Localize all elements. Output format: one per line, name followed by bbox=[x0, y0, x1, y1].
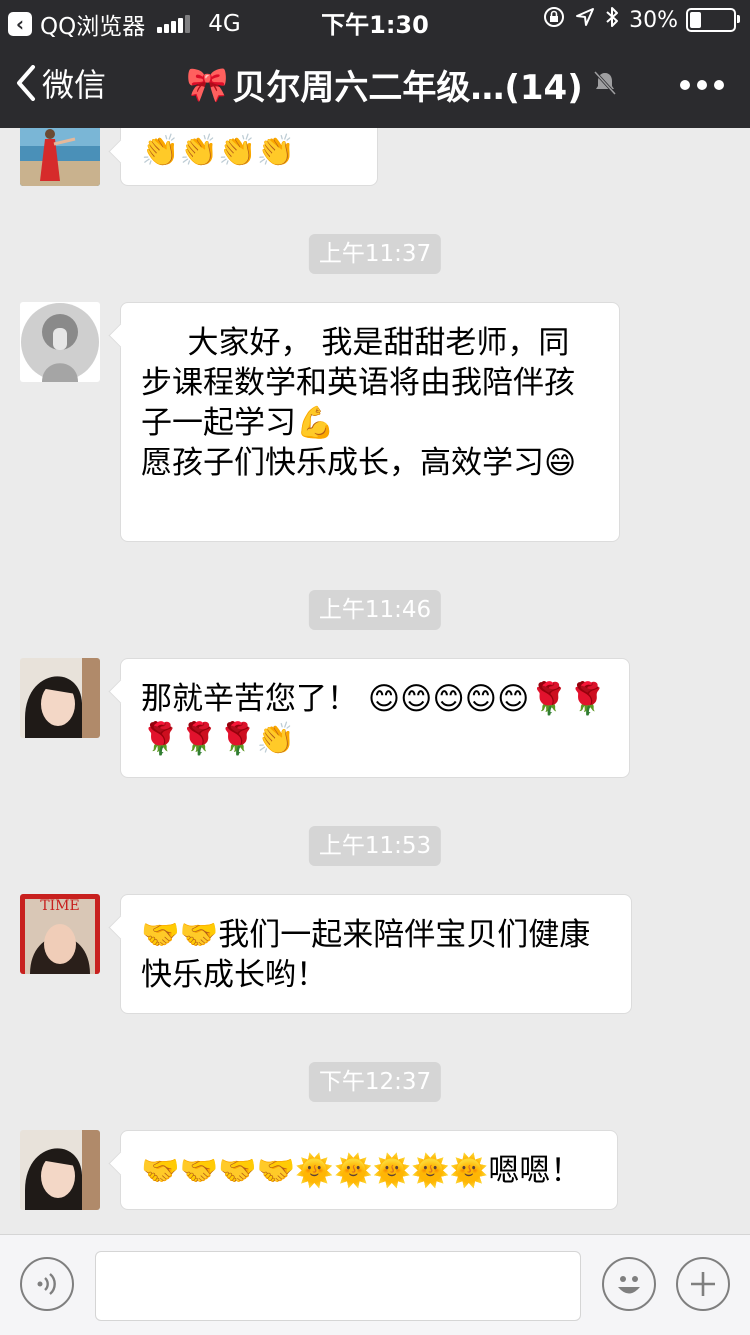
input-bar bbox=[0, 1234, 750, 1335]
avatar-magazine-title: TIME bbox=[40, 898, 79, 914]
more-dot bbox=[714, 80, 724, 90]
message-input[interactable] bbox=[95, 1251, 581, 1321]
chevron-left-icon bbox=[17, 65, 35, 101]
message-text: 🤝🤝🤝🤝🌞🌞🌞🌞🌞嗯嗯！ bbox=[141, 1153, 582, 1189]
message-bubble[interactable]: 那就辛苦您了！ 😊😊😊😊😊🌹🌹🌹🌹🌹👏 bbox=[120, 658, 630, 778]
avatar-time-image: TIME bbox=[20, 894, 100, 974]
timestamp: 上午11:37 bbox=[308, 234, 442, 274]
more-dot bbox=[680, 80, 690, 90]
chat-title: 🎀 贝尔周六二年级…(14) bbox=[186, 60, 617, 109]
status-bar: ‹ QQ浏览器 4G 下午1:30 30% bbox=[0, 0, 750, 42]
message-text: 👏👏👏👏 bbox=[141, 133, 296, 169]
avatar[interactable] bbox=[20, 658, 100, 738]
voice-button[interactable] bbox=[20, 1257, 74, 1311]
bluetooth-icon bbox=[605, 6, 619, 34]
back-button[interactable]: 微信 bbox=[16, 60, 106, 106]
message-bubble[interactable]: 👏👏👏👏 bbox=[120, 128, 378, 186]
more-dot bbox=[697, 80, 707, 90]
avatar-beach-image bbox=[20, 128, 100, 186]
message-text: 🤝🤝我们一起来陪伴宝贝们健康快乐成长哟！ bbox=[141, 917, 591, 993]
chat-area[interactable]: 👏👏👏👏 上午11:37 大家好， 我是甜甜老师，同步课程数学和英语将由我陪伴孩… bbox=[0, 128, 750, 1234]
back-label: 微信 bbox=[42, 66, 107, 104]
smiley-icon bbox=[618, 1276, 640, 1294]
mute-bell-icon bbox=[593, 65, 617, 105]
avatar[interactable] bbox=[20, 128, 100, 186]
message-text: 那就辛苦您了！ 😊😊😊😊😊🌹🌹🌹🌹🌹👏 bbox=[141, 681, 607, 757]
avatar-woman-image bbox=[20, 658, 100, 738]
top-bar: ‹ QQ浏览器 4G 下午1:30 30% 微信 🎀 贝尔周六二年级…(14) bbox=[0, 0, 750, 128]
nav-bar: 微信 🎀 贝尔周六二年级…(14) bbox=[0, 42, 750, 128]
avatar[interactable] bbox=[20, 302, 100, 382]
avatar-bw-image bbox=[20, 302, 100, 382]
message-bubble[interactable]: 🤝🤝我们一起来陪伴宝贝们健康快乐成长哟！ bbox=[120, 894, 632, 1014]
emoji-button[interactable] bbox=[602, 1257, 656, 1311]
bow-emoji: 🎀 bbox=[186, 64, 229, 105]
more-button[interactable] bbox=[673, 80, 724, 90]
orientation-lock-icon bbox=[543, 6, 565, 34]
chat-title-text: 贝尔周六二年级…(14) bbox=[232, 68, 583, 108]
add-button[interactable] bbox=[676, 1257, 730, 1311]
timestamp: 下午12:37 bbox=[308, 1062, 442, 1102]
message-bubble[interactable]: 🤝🤝🤝🤝🌞🌞🌞🌞🌞嗯嗯！ bbox=[120, 1130, 618, 1210]
timestamp: 上午11:46 bbox=[308, 590, 442, 630]
message-text: 大家好， 我是甜甜老师，同步课程数学和英语将由我陪伴孩子一起学习💪 愿孩子们快乐… bbox=[141, 325, 577, 481]
message-bubble[interactable]: 大家好， 我是甜甜老师，同步课程数学和英语将由我陪伴孩子一起学习💪 愿孩子们快乐… bbox=[120, 302, 620, 542]
avatar-woman-image bbox=[20, 1130, 100, 1210]
avatar[interactable]: TIME bbox=[20, 894, 100, 974]
avatar[interactable] bbox=[20, 1130, 100, 1210]
voice-icon bbox=[37, 1273, 56, 1295]
location-icon bbox=[575, 7, 595, 33]
plus-icon bbox=[691, 1272, 715, 1296]
battery-percent: 30% bbox=[629, 7, 678, 33]
status-right: 30% bbox=[533, 6, 740, 34]
timestamp: 上午11:53 bbox=[308, 826, 442, 866]
battery-icon bbox=[686, 8, 740, 32]
